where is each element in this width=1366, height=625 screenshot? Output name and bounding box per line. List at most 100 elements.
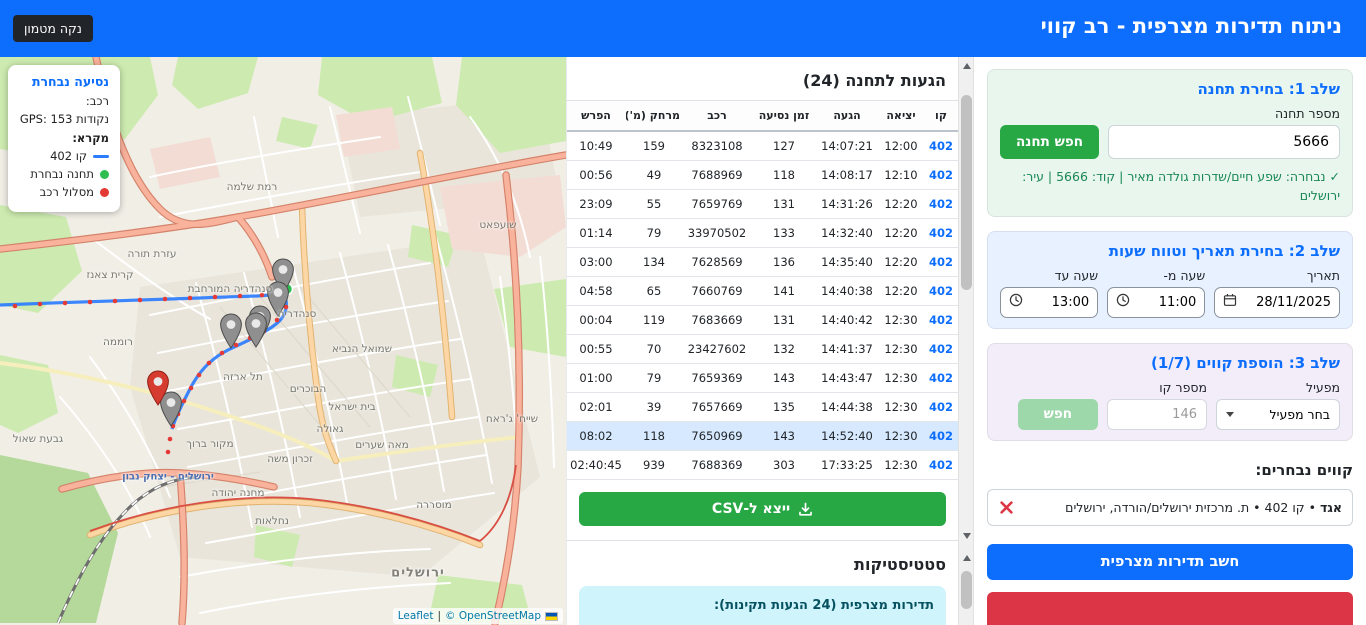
arrival-row[interactable]: 402 12:30 14:44:38 135 7657669 39 02:01 (567, 392, 958, 422)
arrival-row[interactable]: 402 12:20 14:31:26 131 7659769 55 23:09 (567, 189, 958, 219)
station-number-input[interactable] (1107, 125, 1340, 159)
column-header: יציאה (878, 100, 924, 132)
scroll-up-arrow-icon[interactable] (963, 555, 971, 561)
arrival-cell: 14:52:40 (816, 421, 878, 451)
scrollbar-thumb[interactable] (961, 95, 972, 290)
operator-select[interactable]: בחר מפעיל (1216, 398, 1340, 430)
line-number-link[interactable]: 402 (924, 276, 958, 306)
line-number-link[interactable]: 402 (924, 131, 958, 161)
arrival-row[interactable]: 402 12:20 14:32:40 133 33970502 79 01:14 (567, 218, 958, 248)
download-icon (798, 502, 813, 517)
arrival-row[interactable]: 402 12:30 14:43:47 143 7659369 79 01:00 (567, 363, 958, 393)
date-input[interactable]: 28/11/2025 (1214, 286, 1340, 318)
line-number-link[interactable]: 402 (924, 334, 958, 364)
arrival-cell: 14:43:47 (816, 363, 878, 393)
export-csv-label: ייצא ל-CSV (711, 501, 791, 517)
arrival-row[interactable]: 402 12:20 14:35:40 136 7628569 134 03:00 (567, 247, 958, 277)
dot-swatch-icon (100, 169, 109, 179)
arrival-cell: 14:44:38 (816, 392, 878, 422)
arrival-row[interactable]: 402 12:30 14:52:40 143 7650969 118 08:02 (567, 421, 958, 451)
line-number-link[interactable]: 402 (924, 363, 958, 393)
scroll-down-arrow-icon[interactable] (963, 533, 971, 539)
arrival-row[interactable]: 402 12:20 14:40:38 141 7660769 65 04:58 (567, 276, 958, 306)
aggregate-frequency-alert: תדירות מצרפית (24 הגעות תקינות): (579, 586, 946, 625)
arrival-cell: 12:30 (878, 450, 924, 480)
control-panel: שלב 1: בחירת תחנה מספר תחנה חפש תחנה ✓ נ… (974, 57, 1366, 625)
line-number-link[interactable]: 402 (924, 392, 958, 422)
column-header: הפרש (567, 100, 626, 132)
arrival-row[interactable]: 402 12:10 14:08:17 118 7688969 49 00:56 (567, 160, 958, 190)
step2-title: שלב 2: בחירת תאריך וטווח שעות (1108, 241, 1340, 260)
selected-line-text: אגד • קו 402 • ת. מרכזית ירושלים/הורדה, … (1065, 499, 1342, 515)
line-number-link[interactable]: 402 (924, 160, 958, 190)
calculate-frequency-button[interactable]: חשב תדירות מצרפית (987, 543, 1353, 580)
arrival-cell: 49 (626, 160, 682, 190)
arrival-cell: 14:40:42 (816, 305, 878, 335)
station-selected-confirmation: ✓ נבחרה: שפע חיים/שדרות גולדה מאיר | קוד… (1022, 169, 1340, 203)
arrival-cell: 8323108 (682, 131, 752, 161)
arrival-row[interactable]: 402 12:30 17:33:25 303 7688369 939 02:40:45 (567, 450, 958, 480)
legend-item: קו 402 (19, 149, 109, 163)
arrival-cell: 14:31:26 (816, 189, 878, 219)
legend-item-label: קו 402 (50, 149, 87, 163)
clear-cache-button[interactable]: נקה מטמון (13, 15, 93, 42)
arrival-cell: 14:35:40 (816, 247, 878, 277)
arrival-cell: 03:00 (567, 247, 626, 277)
arrival-cell: 303 (752, 450, 816, 480)
arrival-cell: 131 (752, 305, 816, 335)
arrival-cell: 12:00 (878, 131, 924, 161)
osm-link[interactable]: © OpenStreetMap (445, 610, 541, 622)
scroll-up-arrow-icon[interactable] (963, 63, 971, 69)
search-station-button[interactable]: חפש תחנה (1000, 125, 1099, 159)
panel-scrollbar[interactable] (958, 57, 974, 625)
map[interactable]: .pinhole { fill:#e9e9e9; stroke:none; } … (0, 57, 566, 625)
arrival-row[interactable]: 402 12:30 14:41:37 132 23427602 70 00:55 (567, 334, 958, 364)
line-number-link[interactable]: 402 (924, 247, 958, 277)
from-hour-input[interactable]: 11:00 (1107, 286, 1206, 318)
arrival-cell: 14:08:17 (816, 160, 878, 190)
line-number-input[interactable] (1107, 398, 1207, 430)
legend-items: קו 402 תחנה נבחרת מסלול רכב (19, 149, 109, 199)
statistics-title: סטטיסטיקות (854, 555, 946, 574)
arrival-cell: 79 (626, 363, 682, 393)
arrivals-panel: הגעות לתחנה (24) קו יציאה הגעה זמן נסיעה רכב… (566, 57, 958, 625)
arrival-cell: 939 (626, 450, 682, 480)
leaflet-link[interactable]: Leaflet (398, 610, 434, 622)
search-line-button[interactable]: חפש (1017, 398, 1098, 430)
arrival-cell: 12:30 (878, 392, 924, 422)
scrollbar-thumb[interactable] (961, 571, 972, 609)
arrival-cell: 118 (626, 421, 682, 451)
arrival-cell: 12:20 (878, 276, 924, 306)
export-csv-button[interactable]: ייצא ל-CSV (579, 492, 946, 526)
clear-all-button[interactable] (987, 591, 1353, 625)
line-number-link[interactable]: 402 (924, 218, 958, 248)
step2-card: שלב 2: בחירת תאריך וטווח שעות תאריך 28/1… (987, 230, 1353, 329)
from-hour-value: 11:00 (1158, 294, 1197, 310)
line-number-link[interactable]: 402 (924, 305, 958, 335)
column-header: קו (924, 100, 958, 132)
arrival-cell: 7660769 (682, 276, 752, 306)
remove-line-button[interactable] (998, 500, 1015, 514)
station-number-label: מספר תחנה (1275, 106, 1340, 121)
main-layout: שלב 1: בחירת תחנה מספר תחנה חפש תחנה ✓ נ… (0, 57, 1366, 625)
arrival-cell: 135 (752, 392, 816, 422)
calendar-icon (1223, 293, 1237, 311)
column-header: הגעה (816, 100, 878, 132)
arrivals-title: הגעות לתחנה (24) (802, 71, 946, 90)
line-number-link[interactable]: 402 (924, 450, 958, 480)
arrival-cell: 23:09 (567, 189, 626, 219)
to-hour-value: 13:00 (1051, 294, 1090, 310)
arrivals-body: 402 12:00 14:07:21 127 8323108 159 10:49 402 12:… (567, 131, 958, 480)
arrival-cell: 12:20 (878, 218, 924, 248)
arrival-cell: 136 (752, 247, 816, 277)
route-line-swatch-icon (93, 154, 109, 158)
line-number-link[interactable]: 402 (924, 189, 958, 219)
arrival-cell: 7657669 (682, 392, 752, 422)
arrival-row[interactable]: 402 12:00 14:07:21 127 8323108 159 10:49 (567, 131, 958, 161)
arrival-cell: 12:30 (878, 363, 924, 393)
line-number-link[interactable]: 402 (924, 421, 958, 451)
map-attribution: Leaflet | © OpenStreetMap (392, 608, 563, 624)
arrival-cell: 12:20 (878, 247, 924, 277)
arrival-row[interactable]: 402 12:30 14:40:42 131 7683669 119 00:04 (567, 305, 958, 335)
to-hour-input[interactable]: 13:00 (1000, 286, 1099, 318)
